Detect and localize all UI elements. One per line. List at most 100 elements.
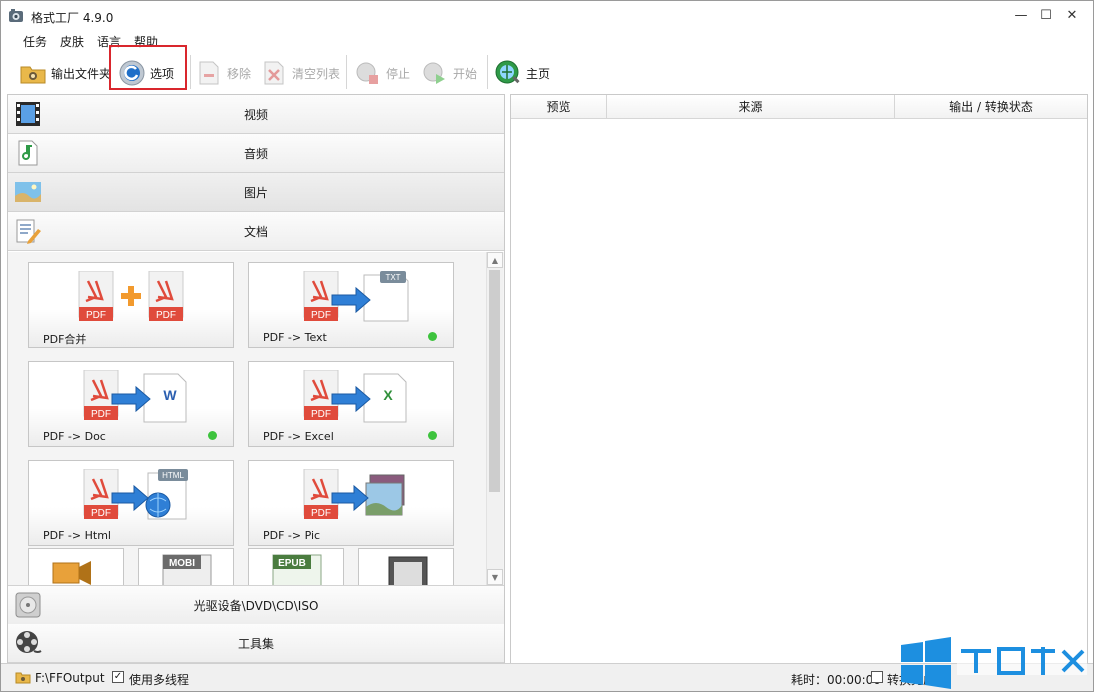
folder-icon xyxy=(15,672,31,684)
title-bar: 格式工厂 4.9.0 — ☐ ✕ xyxy=(1,1,1093,31)
start-icon xyxy=(423,62,445,84)
category-label: 图片 xyxy=(243,186,268,200)
folder-icon xyxy=(20,66,46,84)
tile-ebook-video[interactable] xyxy=(28,548,124,585)
category-document[interactable]: 文档 xyxy=(8,212,504,251)
status-dot xyxy=(428,431,437,440)
pdf-to-doc-icon: PDF W xyxy=(83,370,187,423)
status-dot xyxy=(428,332,437,341)
pdf-to-picture-icon: PDF xyxy=(303,469,405,519)
main-window: 格式工厂 4.9.0 — ☐ ✕ 任务 皮肤 语言 帮助 输出文件夹 选项 移除… xyxy=(0,0,1094,692)
pdf-badge: PDF xyxy=(311,409,331,420)
format-badge: HTML xyxy=(162,471,184,480)
task-list-panel: 预览 来源 输出 / 转换状态 xyxy=(510,94,1088,665)
stop-icon xyxy=(356,62,378,84)
tile-epub[interactable]: EPUB xyxy=(248,548,344,585)
scroll-up-arrow[interactable]: ▲ xyxy=(487,252,503,268)
after-convert-checkbox[interactable] xyxy=(871,671,883,683)
format-badge: MOBI xyxy=(169,558,195,569)
tile-label: PDF -> Text xyxy=(263,331,327,344)
window-title: 格式工厂 4.9.0 xyxy=(31,11,114,25)
clear-list-label: 清空列表 xyxy=(292,66,341,81)
toolbar-separator xyxy=(190,55,191,89)
start-label: 开始 xyxy=(453,66,478,81)
tile-label: PDF -> Doc xyxy=(43,430,106,443)
tile-ebook-reader[interactable] xyxy=(358,548,454,585)
start-button[interactable]: 开始 xyxy=(421,55,477,91)
elapsed-time: 耗时：00:00:00 xyxy=(791,673,881,687)
status-dot xyxy=(208,431,217,440)
ebook-reader-icon xyxy=(388,556,428,585)
output-folder-button[interactable]: 输出文件夹 xyxy=(19,55,111,91)
options-highlight-frame xyxy=(109,45,187,90)
category-audio[interactable]: 音频 xyxy=(8,134,504,173)
output-path[interactable]: F:\FFOutput xyxy=(35,671,105,685)
remove-icon xyxy=(199,61,219,85)
clear-list-button[interactable]: 清空列表 xyxy=(260,55,340,91)
stop-label: 停止 xyxy=(386,66,411,81)
remove-label: 移除 xyxy=(227,66,252,81)
category-picture[interactable]: 图片 xyxy=(8,173,504,212)
menu-skin[interactable]: 皮肤 xyxy=(60,33,84,50)
tile-pdf-to-doc[interactable]: PDF W PDF -> Doc xyxy=(28,361,234,447)
format-badge: X xyxy=(383,387,393,403)
column-preview[interactable]: 预览 xyxy=(511,95,607,119)
watermark-logo xyxy=(901,637,1087,689)
pdf-badge: PDF xyxy=(91,508,111,519)
multithread-label: 使用多线程 xyxy=(129,673,190,687)
pdf-badge: PDF xyxy=(311,310,331,321)
tile-label: PDF -> Html xyxy=(43,529,111,542)
document-tools-grid: PDF PDF PDF合并 PDF TXT PDF -> Text PDF W … xyxy=(8,252,504,585)
pdf-badge: PDF xyxy=(156,310,176,321)
tile-label: PDF合并 xyxy=(43,333,87,346)
pdf-to-html-icon: PDF HTML xyxy=(83,469,188,520)
pdf-badge: PDF xyxy=(311,508,331,519)
column-output-status[interactable]: 输出 / 转换状态 xyxy=(895,95,1087,119)
epub-book-icon: EPUB xyxy=(272,554,322,585)
remove-button[interactable]: 移除 xyxy=(195,55,251,91)
pdf-badge: PDF xyxy=(86,310,106,321)
home-label: 主页 xyxy=(526,66,551,81)
home-button[interactable]: 主页 xyxy=(494,55,550,91)
category-label: 工具集 xyxy=(237,637,274,651)
format-badge: W xyxy=(163,387,177,403)
category-label: 文档 xyxy=(243,225,268,239)
tile-pdf-merge[interactable]: PDF PDF PDF合并 xyxy=(28,262,234,348)
category-label: 视频 xyxy=(243,108,268,122)
category-label: 光驱设备\DVD\CD\ISO xyxy=(193,599,319,613)
column-source[interactable]: 来源 xyxy=(607,95,895,119)
category-label: 音频 xyxy=(243,147,268,161)
tile-pdf-to-excel[interactable]: PDF X PDF -> Excel xyxy=(248,361,454,447)
tile-label: PDF -> Excel xyxy=(263,430,334,443)
scroll-thumb[interactable] xyxy=(489,270,500,492)
category-video[interactable]: 视频 xyxy=(8,95,504,134)
tile-pdf-to-text[interactable]: PDF TXT PDF -> Text xyxy=(248,262,454,348)
tile-label: PDF -> Pic xyxy=(263,529,321,542)
tile-pdf-to-html[interactable]: PDF HTML PDF -> Html xyxy=(28,460,234,546)
tile-mobi[interactable]: MOBI xyxy=(138,548,234,585)
mobi-book-icon: MOBI xyxy=(162,554,212,585)
category-tools[interactable]: 工具集 xyxy=(8,624,504,663)
output-folder-label: 输出文件夹 xyxy=(51,66,112,81)
format-badge: TXT xyxy=(385,273,400,282)
camera-icon xyxy=(52,561,91,585)
menu-task[interactable]: 任务 xyxy=(23,33,47,50)
pdf-to-text-icon: PDF TXT xyxy=(303,271,409,322)
app-logo-icon xyxy=(9,9,23,22)
tile-pdf-to-pic[interactable]: PDF PDF -> Pic xyxy=(248,460,454,546)
scroll-down-arrow[interactable]: ▼ xyxy=(487,569,503,585)
format-badge: EPUB xyxy=(278,558,306,569)
pdf-merge-icon: PDF PDF xyxy=(78,271,184,321)
pdf-badge: PDF xyxy=(91,409,111,420)
close-button[interactable]: ✕ xyxy=(1057,5,1087,27)
toolbar-separator xyxy=(346,55,347,89)
grid-scrollbar[interactable]: ▲ ▼ xyxy=(486,252,503,585)
pdf-to-excel-icon: PDF X xyxy=(303,370,407,423)
category-disc[interactable]: 光驱设备\DVD\CD\ISO xyxy=(8,585,504,625)
multithread-checkbox[interactable]: ✓ xyxy=(112,671,124,683)
toolbar-separator xyxy=(487,55,488,89)
home-globe-icon xyxy=(495,60,520,84)
category-panel: 视频 音频 图片 文档 PDF PDF PDF合并 PDF TXT PDF ->… xyxy=(7,94,505,665)
clear-list-icon xyxy=(264,61,284,85)
stop-button[interactable]: 停止 xyxy=(354,55,410,91)
